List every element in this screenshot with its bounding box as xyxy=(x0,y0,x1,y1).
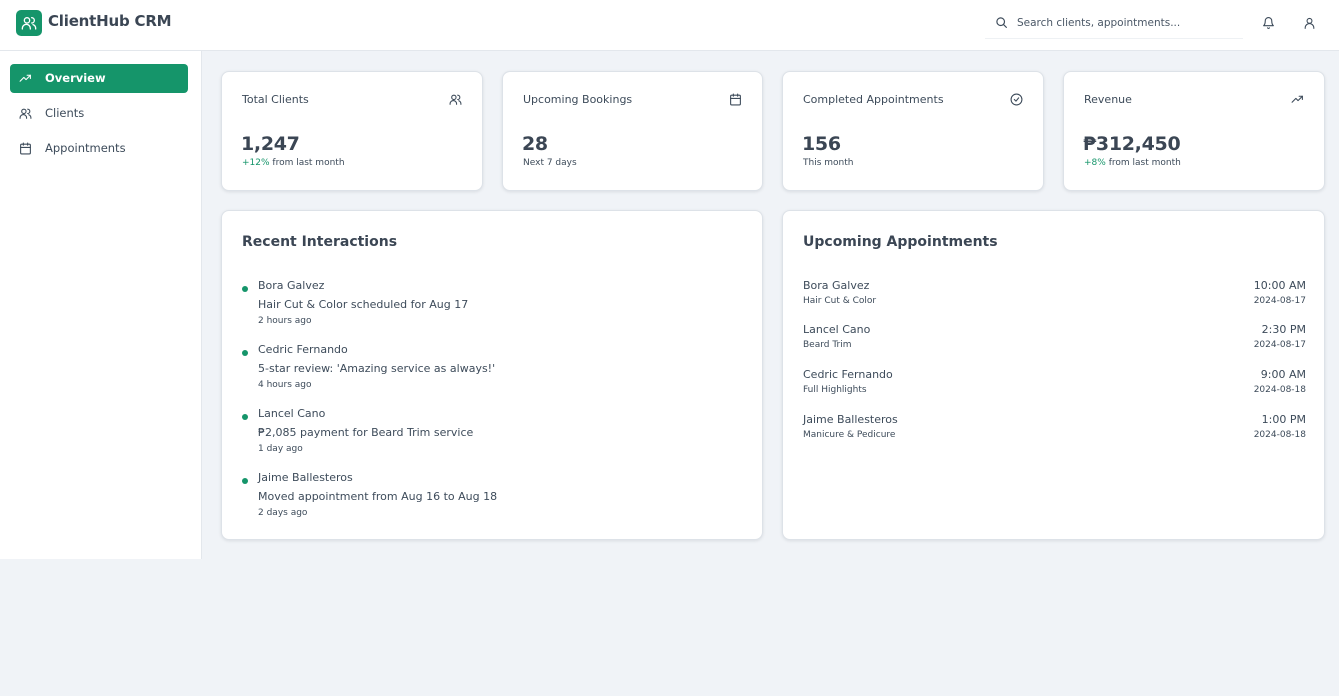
sidebar-item-overview[interactable]: Overview xyxy=(10,64,188,93)
stat-subtext-label: from last month xyxy=(269,158,345,168)
sidebar-item-label: Overview xyxy=(45,71,106,85)
service-name: Full Highlights xyxy=(803,385,867,395)
status-dot xyxy=(242,414,248,420)
client-name: Jaime Ballesteros xyxy=(803,413,898,426)
appointment-date: 2024-08-17 xyxy=(1253,296,1306,306)
panel-title: Recent Interactions xyxy=(242,234,398,250)
stat-subtext: Next 7 days xyxy=(523,158,577,168)
client-name: Bora Galvez xyxy=(803,279,870,292)
stat-value: 1,247 xyxy=(241,133,300,155)
appointment-date: 2024-08-18 xyxy=(1253,430,1306,440)
appointment-time: 10:00 AM xyxy=(1253,279,1306,292)
stat-card-upcoming-bookings: Upcoming Bookings 28 Next 7 days xyxy=(502,71,763,191)
interaction-description: Hair Cut & Color scheduled for Aug 17 xyxy=(258,298,469,311)
stat-title: Completed Appointments xyxy=(803,93,944,106)
stat-title: Revenue xyxy=(1084,93,1132,106)
client-name: Lancel Cano xyxy=(258,407,326,420)
stat-subtext: +12% from last month xyxy=(242,158,345,168)
client-name: Cedric Fernando xyxy=(803,368,893,381)
interaction-description: 5-star review: 'Amazing service as alway… xyxy=(258,362,496,375)
search-icon xyxy=(996,17,1007,28)
appointment-date: 2024-08-17 xyxy=(1253,340,1306,350)
service-name: Manicure & Pedicure xyxy=(803,430,896,440)
sidebar-item-clients[interactable]: Clients xyxy=(10,99,188,128)
search-bar[interactable] xyxy=(985,8,1243,39)
interaction-description: ₱2,085 payment for Beard Trim service xyxy=(258,426,474,439)
sidebar-item-label: Appointments xyxy=(45,141,126,155)
interaction-time: 2 hours ago xyxy=(258,316,312,326)
app-logo[interactable] xyxy=(16,10,42,36)
stat-subtext: This month xyxy=(803,158,853,168)
stat-subtext: +8% from last month xyxy=(1084,158,1181,168)
client-name: Cedric Fernando xyxy=(258,343,348,356)
stat-change: +8% xyxy=(1084,158,1106,168)
users-icon xyxy=(21,17,37,30)
status-dot xyxy=(242,286,248,292)
app-title: ClientHub CRM xyxy=(48,12,172,30)
top-bar: ClientHub CRM xyxy=(0,0,1339,51)
list-item[interactable]: Jaime Ballesteros Manicure & Pedicure 1:… xyxy=(803,413,1306,449)
panel-title: Upcoming Appointments xyxy=(803,234,998,250)
stat-value: 28 xyxy=(522,133,548,155)
interaction-time: 2 days ago xyxy=(258,508,308,518)
status-dot xyxy=(242,478,248,484)
stat-change: +12% xyxy=(242,158,270,168)
interaction-time: 1 day ago xyxy=(258,444,303,454)
upcoming-appointments-panel: Upcoming Appointments Bora Galvez Hair C… xyxy=(782,210,1325,540)
search-input[interactable] xyxy=(1017,14,1237,32)
stat-title: Total Clients xyxy=(242,93,309,106)
stat-subtext-label: from last month xyxy=(1105,158,1181,168)
sidebar: Overview Clients Appointments xyxy=(0,51,202,559)
stat-card-completed-appointments: Completed Appointments 156 This month xyxy=(782,71,1044,191)
list-item[interactable]: Cedric Fernando Full Highlights 9:00 AM … xyxy=(803,368,1306,404)
list-item[interactable]: Lancel Cano Beard Trim 2:30 PM 2024-08-1… xyxy=(803,323,1306,359)
sidebar-item-label: Clients xyxy=(45,106,85,120)
bell-icon[interactable] xyxy=(1262,16,1275,30)
stat-title: Upcoming Bookings xyxy=(523,93,633,106)
stat-card-revenue: Revenue ₱312,450 +8% from last month xyxy=(1063,71,1325,191)
sidebar-item-appointments[interactable]: Appointments xyxy=(10,134,188,163)
status-dot xyxy=(242,350,248,356)
calendar-icon xyxy=(730,93,741,106)
trending-up-icon xyxy=(19,74,31,82)
recent-interactions-panel: Recent Interactions Bora Galvez Hair Cut… xyxy=(221,210,763,540)
list-item[interactable]: Lancel Cano ₱2,085 payment for Beard Tri… xyxy=(242,407,722,463)
check-circle-icon xyxy=(1010,93,1023,106)
trending-up-icon xyxy=(1291,95,1303,103)
appointment-time: 1:00 PM xyxy=(1261,413,1306,426)
service-name: Hair Cut & Color xyxy=(803,296,877,306)
interaction-description: Moved appointment from Aug 16 to Aug 18 xyxy=(258,490,498,503)
list-item[interactable]: Cedric Fernando 5-star review: 'Amazing … xyxy=(242,343,722,399)
stat-subtext-label: This month xyxy=(803,158,854,168)
users-icon xyxy=(19,108,32,119)
client-name: Jaime Ballesteros xyxy=(258,471,353,484)
stat-value: 156 xyxy=(802,133,841,155)
interaction-time: 4 hours ago xyxy=(258,380,312,390)
service-name: Beard Trim xyxy=(803,340,852,350)
user-icon[interactable] xyxy=(1303,16,1316,30)
list-item[interactable]: Bora Galvez Hair Cut & Color scheduled f… xyxy=(242,279,722,335)
stat-subtext-label: Next 7 days xyxy=(523,158,577,168)
appointment-time: 2:30 PM xyxy=(1261,323,1306,336)
appointment-time: 9:00 AM xyxy=(1260,368,1306,381)
list-item[interactable]: Jaime Ballesteros Moved appointment from… xyxy=(242,471,722,527)
list-item[interactable]: Bora Galvez Hair Cut & Color 10:00 AM 20… xyxy=(803,279,1306,315)
client-name: Lancel Cano xyxy=(803,323,871,336)
stat-value: ₱312,450 xyxy=(1083,133,1181,155)
client-name: Bora Galvez xyxy=(258,279,325,292)
stat-card-total-clients: Total Clients 1,247 +12% from last month xyxy=(221,71,483,191)
appointment-date: 2024-08-18 xyxy=(1253,385,1306,395)
users-icon xyxy=(449,94,462,105)
calendar-icon xyxy=(20,142,31,155)
